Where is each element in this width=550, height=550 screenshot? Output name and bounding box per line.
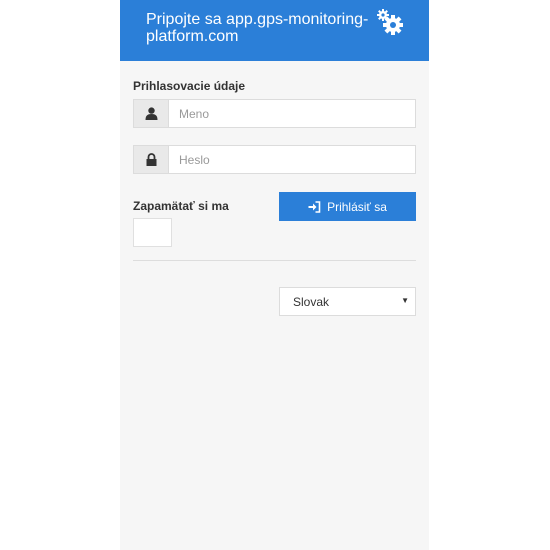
username-group <box>133 99 416 128</box>
login-button[interactable]: Prihlásiť sa <box>279 192 416 221</box>
lock-icon <box>146 153 156 166</box>
sign-in-icon <box>308 200 321 213</box>
language-select[interactable]: Slovak ▼ <box>279 287 416 316</box>
user-icon <box>145 107 157 120</box>
remember-me-checkbox[interactable] <box>133 218 172 247</box>
remember-me-label: Zapamätať si ma <box>133 199 229 213</box>
divider <box>133 260 416 261</box>
credentials-label: Prihlasovacie údaje <box>133 79 246 93</box>
password-addon <box>134 146 169 173</box>
header-bar: Pripojte sa app.gps-monitoring-platform.… <box>120 0 429 61</box>
gears-icon <box>377 9 403 35</box>
password-group <box>133 145 416 174</box>
login-button-label: Prihlásiť sa <box>327 199 387 214</box>
password-input[interactable] <box>169 146 413 173</box>
language-selected-value: Slovak <box>293 295 330 309</box>
login-panel: Pripojte sa app.gps-monitoring-platform.… <box>120 0 429 550</box>
chevron-down-icon: ▼ <box>401 296 409 305</box>
username-input[interactable] <box>169 100 413 127</box>
username-addon <box>134 100 169 127</box>
header-title: Pripojte sa app.gps-monitoring-platform.… <box>146 11 369 45</box>
